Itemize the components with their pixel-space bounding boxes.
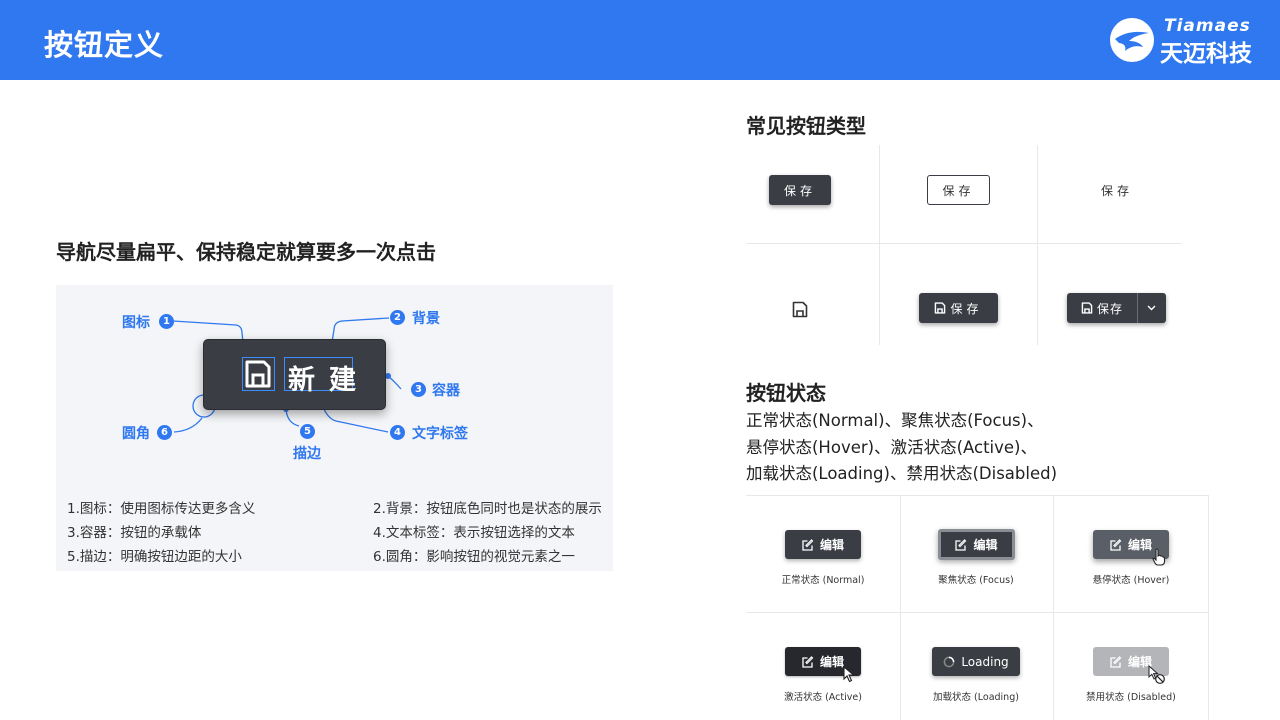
edit-icon	[1110, 655, 1122, 668]
button-states-heading: 按钮状态	[746, 381, 826, 405]
caption-loading: 加载状态 (Loading)	[933, 692, 1019, 703]
logo-mark-icon	[1110, 18, 1154, 62]
callout-badge-3: 3	[411, 382, 426, 397]
not-allowed-cursor-icon	[1148, 665, 1165, 684]
callout-background-label: 背景	[412, 311, 440, 327]
arrow-cursor-icon	[843, 666, 856, 683]
page-title: 按钮定义	[44, 28, 165, 62]
states-desc-line-2: 悬停状态(Hover)、激活状态(Active)、	[746, 437, 1037, 457]
edit-button-focus-label: 编辑	[973, 538, 998, 552]
note-icon: 1.图标：使用图标传达更多含义	[67, 501, 256, 517]
caption-active: 激活状态 (Active)	[784, 692, 862, 703]
note-border: 5.描边：明确按钮边距的大小	[67, 549, 242, 565]
anatomy-new-button[interactable]: 新建	[203, 339, 386, 410]
callout-badge-6: 6	[157, 425, 172, 440]
split-button-dropdown[interactable]	[1138, 293, 1165, 323]
chevron-down-icon	[1147, 305, 1156, 311]
note-container: 3.容器：按钮的承载体	[67, 525, 202, 541]
types-grid-vline-2	[1037, 145, 1038, 345]
header-bar: 按钮定义 Tiamaes 天迈科技	[0, 0, 1280, 80]
split-button-label: 保存	[1096, 301, 1123, 316]
note-background: 2.背景：按钮底色同时也是状态的展示	[373, 501, 602, 517]
save-icon	[935, 302, 946, 314]
loading-button[interactable]: Loading	[932, 647, 1020, 676]
save-icon-button[interactable]	[785, 294, 815, 324]
hand-cursor-icon	[1152, 548, 1166, 566]
edit-button-normal-label: 编辑	[819, 538, 844, 552]
button-states-description: 正常状态(Normal)、聚焦状态(Focus)、 悬停状态(Hover)、激活…	[746, 408, 1057, 488]
callout-container-label: 容器	[432, 383, 460, 399]
spinner-icon	[943, 656, 955, 667]
types-grid-vline-1	[879, 145, 880, 345]
edit-icon	[1110, 538, 1122, 551]
edit-button-hover-label: 编辑	[1127, 538, 1152, 552]
logo-text-cn: 天迈科技	[1160, 41, 1252, 67]
edit-icon	[802, 538, 814, 551]
callout-text-label: 文字标签	[412, 426, 468, 442]
note-text-label: 4.文本标签：表示按钮选择的文本	[373, 525, 575, 541]
save-button-filled[interactable]: 保存	[769, 175, 831, 205]
save-icon	[792, 301, 808, 317]
save-button-with-icon[interactable]: 保存	[919, 293, 998, 323]
callout-icon-label: 图标	[122, 315, 150, 331]
callout-badge-4: 4	[390, 425, 405, 440]
anatomy-heading: 导航尽量扁平、保持稳定就算要多一次点击	[56, 240, 436, 264]
states-grid-top	[746, 495, 1209, 496]
company-logo: Tiamaes 天迈科技	[1106, 14, 1266, 67]
loading-button-label: Loading	[961, 654, 1009, 669]
save-button-text[interactable]: 保存	[1086, 175, 1148, 205]
save-button-with-icon-label: 保存	[950, 301, 983, 316]
caption-hover: 悬停状态 (Hover)	[1092, 575, 1170, 586]
states-grid-mid	[746, 612, 1209, 613]
anatomy-panel: 新建 图标 1 2 背景 3 容器 4 文字标签 5 描边 圆角 6 1.图标：…	[56, 285, 613, 571]
callout-border-label: 描边	[293, 446, 321, 462]
logo-text-en: Tiamaes	[1164, 16, 1251, 36]
anatomy-button-label: 新建	[288, 365, 370, 396]
edit-button-active-label: 编辑	[819, 655, 844, 669]
states-desc-line-1: 正常状态(Normal)、聚焦状态(Focus)、	[746, 411, 1044, 430]
save-icon	[1081, 302, 1093, 314]
states-grid-vline-2	[1053, 495, 1054, 720]
button-types-heading: 常见按钮类型	[746, 114, 866, 138]
save-button-filled-label: 保存	[783, 183, 816, 198]
caption-disabled: 禁用状态 (Disabled)	[1086, 692, 1176, 703]
states-grid-vline-1	[900, 495, 901, 720]
split-button-main[interactable]: 保存	[1067, 293, 1137, 323]
edit-icon	[802, 655, 814, 668]
states-desc-line-3: 加载状态(Loading)、禁用状态(Disabled)	[746, 464, 1058, 483]
save-split-button[interactable]: 保存	[1067, 293, 1166, 323]
callout-badge-1: 1	[159, 314, 174, 329]
types-grid-hline	[746, 243, 1182, 244]
caption-focus: 聚焦状态 (Focus)	[938, 575, 1014, 586]
save-button-text-label: 保存	[1100, 183, 1133, 198]
save-button-outline-label: 保存	[942, 183, 975, 198]
callout-radius-label: 圆角	[122, 426, 150, 442]
callout-badge-2: 2	[390, 310, 405, 325]
edit-icon	[955, 538, 967, 551]
edit-button-normal[interactable]: 编辑	[785, 530, 861, 559]
save-button-outline[interactable]: 保存	[927, 175, 990, 205]
states-grid-vline-3	[1208, 495, 1209, 720]
caption-normal: 正常状态 (Normal)	[781, 575, 865, 586]
note-radius: 6.圆角：影响按钮的视觉元素之一	[373, 549, 575, 565]
icon-selection-box	[242, 357, 275, 391]
callout-badge-5: 5	[300, 424, 315, 439]
edit-button-focus[interactable]: 编辑	[938, 529, 1015, 560]
